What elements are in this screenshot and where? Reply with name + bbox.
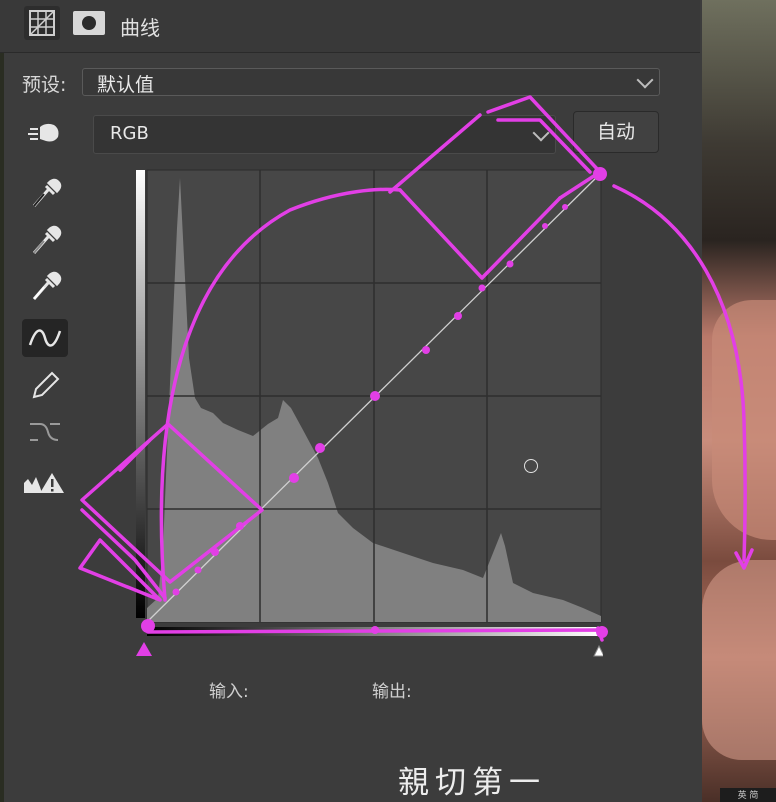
annotation-arrow <box>612 184 754 570</box>
annotation-box-bottom <box>78 508 167 602</box>
video-subtitle: 親切第一 <box>398 765 546 801</box>
annotation-arc <box>159 187 402 602</box>
annotation-box-top <box>486 95 602 200</box>
annotation-dots <box>136 167 608 656</box>
annotation-box-upper <box>388 113 562 280</box>
annotation-box-lower <box>80 422 264 584</box>
annotation-overlay <box>78 95 754 656</box>
